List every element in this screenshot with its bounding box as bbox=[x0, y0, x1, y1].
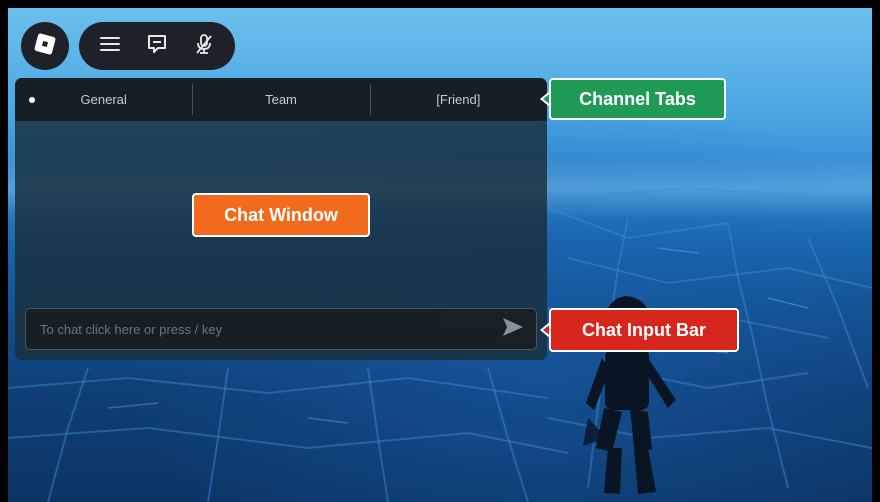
tab-friend[interactable]: [Friend] bbox=[369, 78, 547, 121]
chat-window-callout: Chat Window bbox=[192, 193, 370, 237]
roblox-logo-icon bbox=[34, 33, 56, 60]
voice-mute-button[interactable] bbox=[186, 28, 222, 64]
chat-input-bar-callout: Chat Input Bar bbox=[549, 308, 739, 352]
callout-label: Chat Input Bar bbox=[582, 319, 706, 340]
top-toolbar bbox=[79, 22, 235, 70]
callout-label: Chat Window bbox=[224, 204, 338, 225]
tab-label: Team bbox=[265, 92, 297, 107]
menu-button[interactable] bbox=[92, 28, 128, 64]
tab-general[interactable]: General bbox=[15, 78, 192, 121]
channel-tabs: General Team [Friend] bbox=[15, 78, 547, 121]
chat-toggle-button[interactable] bbox=[139, 28, 175, 64]
chat-input-placeholder: To chat click here or press / key bbox=[40, 321, 223, 337]
send-button[interactable] bbox=[500, 316, 526, 342]
roblox-menu-button[interactable] bbox=[21, 22, 69, 70]
chat-input-bar[interactable]: To chat click here or press / key bbox=[25, 308, 537, 350]
microphone-muted-icon bbox=[193, 33, 215, 60]
channel-tabs-callout: Channel Tabs bbox=[549, 78, 726, 120]
tab-label: [Friend] bbox=[436, 92, 481, 107]
tab-label: General bbox=[80, 92, 127, 107]
hamburger-menu-icon bbox=[99, 35, 121, 58]
game-viewport: General Team [Friend] To chat click here… bbox=[8, 8, 872, 502]
send-arrow-icon bbox=[502, 317, 524, 342]
tab-team[interactable]: Team bbox=[192, 78, 369, 121]
callout-label: Channel Tabs bbox=[579, 88, 696, 109]
chat-bubble-icon bbox=[146, 33, 168, 60]
